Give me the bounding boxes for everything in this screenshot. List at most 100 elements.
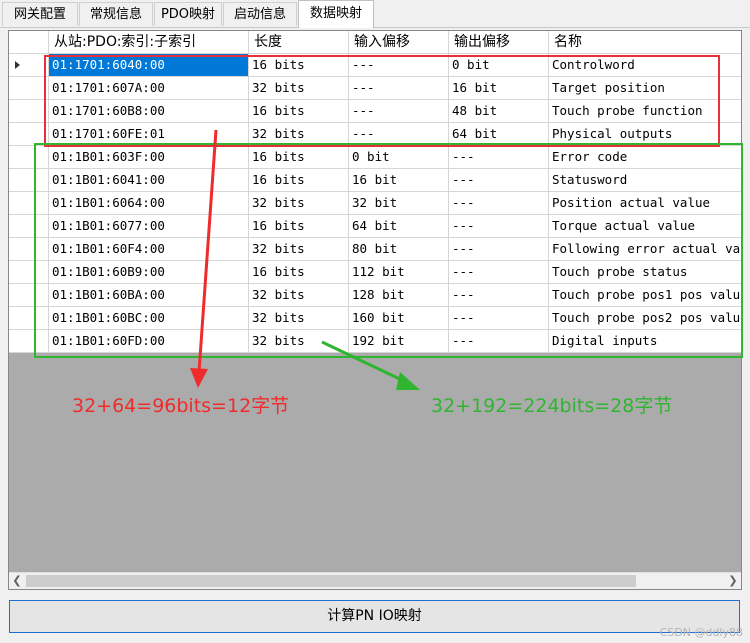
row-header[interactable] (9, 54, 49, 77)
cell-length[interactable]: 32 bits (249, 192, 349, 215)
cell-output-offset[interactable]: --- (449, 169, 549, 192)
column-header-name[interactable]: 名称 (549, 31, 741, 54)
cell-input-offset[interactable]: 0 bit (349, 146, 449, 169)
cell-index[interactable]: 01:1B01:6077:00 (49, 215, 249, 238)
cell-length[interactable]: 16 bits (249, 146, 349, 169)
scroll-left-icon[interactable]: ❮ (9, 573, 25, 589)
cell-output-offset[interactable]: --- (449, 261, 549, 284)
cell-name[interactable]: Target position (549, 77, 741, 100)
cell-input-offset[interactable]: --- (349, 54, 449, 77)
tab-startup-info[interactable]: 启动信息 (223, 2, 297, 26)
cell-output-offset[interactable]: --- (449, 330, 549, 353)
data-mapping-grid[interactable]: 从站:PDO:索引:子索引 长度 输入偏移 输出偏移 名称 01:1701:60… (8, 30, 742, 590)
cell-input-offset[interactable]: 80 bit (349, 238, 449, 261)
row-header[interactable] (9, 307, 49, 330)
table-row[interactable]: 01:1B01:60BA:00 32 bits 128 bit --- Touch pr… (9, 284, 741, 307)
cell-name[interactable]: Touch probe status (549, 261, 741, 284)
cell-input-offset[interactable]: 128 bit (349, 284, 449, 307)
cell-length[interactable]: 32 bits (249, 307, 349, 330)
row-header[interactable] (9, 330, 49, 353)
tab-pdo-mapping[interactable]: PDO映射 (154, 2, 222, 26)
cell-name[interactable]: Touch probe function (549, 100, 741, 123)
cell-output-offset[interactable]: --- (449, 284, 549, 307)
row-header[interactable] (9, 215, 49, 238)
cell-index[interactable]: 01:1B01:60BC:00 (49, 307, 249, 330)
column-header-length[interactable]: 长度 (249, 31, 349, 54)
cell-input-offset[interactable]: --- (349, 123, 449, 146)
cell-name[interactable]: Following error actual value (549, 238, 741, 261)
cell-input-offset[interactable]: --- (349, 100, 449, 123)
row-header[interactable] (9, 284, 49, 307)
scrollbar-thumb[interactable] (26, 575, 636, 587)
cell-length[interactable]: 32 bits (249, 284, 349, 307)
column-header-input-offset[interactable]: 输入偏移 (349, 31, 449, 54)
cell-length[interactable]: 16 bits (249, 169, 349, 192)
cell-input-offset[interactable]: 112 bit (349, 261, 449, 284)
cell-length[interactable]: 16 bits (249, 54, 349, 77)
column-header-output-offset[interactable]: 输出偏移 (449, 31, 549, 54)
horizontal-scrollbar[interactable]: ❮ ❯ (9, 572, 741, 589)
table-row[interactable]: 01:1B01:6041:00 16 bits 16 bit --- Statuswor… (9, 169, 741, 192)
cell-length[interactable]: 16 bits (249, 100, 349, 123)
tab-data-mapping[interactable]: 数据映射 (298, 0, 374, 28)
cell-input-offset[interactable]: 64 bit (349, 215, 449, 238)
cell-input-offset[interactable]: 32 bit (349, 192, 449, 215)
cell-index[interactable]: 01:1B01:603F:00 (49, 146, 249, 169)
cell-name[interactable]: Statusword (549, 169, 741, 192)
cell-name[interactable]: Torque actual value (549, 215, 741, 238)
cell-index[interactable]: 01:1701:6040:00 (49, 54, 249, 77)
cell-input-offset[interactable]: --- (349, 77, 449, 100)
table-row[interactable]: 01:1B01:6064:00 32 bits 32 bit --- Position … (9, 192, 741, 215)
cell-output-offset[interactable]: --- (449, 215, 549, 238)
cell-output-offset[interactable]: --- (449, 307, 549, 330)
cell-index[interactable]: 01:1701:60FE:01 (49, 123, 249, 146)
cell-output-offset[interactable]: 64 bit (449, 123, 549, 146)
cell-name[interactable]: Error code (549, 146, 741, 169)
cell-name[interactable]: Digital inputs (549, 330, 741, 353)
cell-length[interactable]: 32 bits (249, 238, 349, 261)
cell-name[interactable]: Controlword (549, 54, 741, 77)
table-row[interactable]: 01:1B01:60FD:00 32 bits 192 bit --- Digital … (9, 330, 741, 353)
row-header[interactable] (9, 238, 49, 261)
scroll-right-icon[interactable]: ❯ (725, 573, 741, 589)
calculate-pn-io-mapping-button[interactable]: 计算PN IO映射 (9, 600, 740, 633)
table-row[interactable]: 01:1B01:603F:00 16 bits 0 bit --- Error code (9, 146, 741, 169)
cell-length[interactable]: 32 bits (249, 77, 349, 100)
row-header[interactable] (9, 77, 49, 100)
cell-length[interactable]: 32 bits (249, 330, 349, 353)
table-row[interactable]: 01:1701:60B8:00 16 bits --- 48 bit Touch pro… (9, 100, 741, 123)
cell-output-offset[interactable]: 0 bit (449, 54, 549, 77)
table-row[interactable]: 01:1701:60FE:01 32 bits --- 64 bit Physical … (9, 123, 741, 146)
cell-index[interactable]: 01:1701:607A:00 (49, 77, 249, 100)
cell-index[interactable]: 01:1B01:6041:00 (49, 169, 249, 192)
table-row[interactable]: 01:1701:6040:00 16 bits --- 0 bit Controlwor… (9, 54, 741, 77)
cell-length[interactable]: 32 bits (249, 123, 349, 146)
cell-index[interactable]: 01:1701:60B8:00 (49, 100, 249, 123)
cell-index[interactable]: 01:1B01:60F4:00 (49, 238, 249, 261)
cell-output-offset[interactable]: --- (449, 238, 549, 261)
cell-output-offset[interactable]: 48 bit (449, 100, 549, 123)
cell-name[interactable]: Touch probe pos1 pos value (549, 284, 741, 307)
cell-length[interactable]: 16 bits (249, 261, 349, 284)
cell-name[interactable]: Position actual value (549, 192, 741, 215)
cell-index[interactable]: 01:1B01:60BA:00 (49, 284, 249, 307)
table-row[interactable]: 01:1701:607A:00 32 bits --- 16 bit Target po… (9, 77, 741, 100)
cell-input-offset[interactable]: 16 bit (349, 169, 449, 192)
table-row[interactable]: 01:1B01:60B9:00 16 bits 112 bit --- Touch pr… (9, 261, 741, 284)
cell-index[interactable]: 01:1B01:60FD:00 (49, 330, 249, 353)
row-header[interactable] (9, 123, 49, 146)
cell-input-offset[interactable]: 192 bit (349, 330, 449, 353)
row-header[interactable] (9, 192, 49, 215)
cell-index[interactable]: 01:1B01:6064:00 (49, 192, 249, 215)
cell-name[interactable]: Touch probe pos2 pos value (549, 307, 741, 330)
row-header[interactable] (9, 100, 49, 123)
row-header[interactable] (9, 146, 49, 169)
column-header-index[interactable]: 从站:PDO:索引:子索引 (49, 31, 249, 54)
cell-input-offset[interactable]: 160 bit (349, 307, 449, 330)
table-row[interactable]: 01:1B01:6077:00 16 bits 64 bit --- Torque ac… (9, 215, 741, 238)
cell-output-offset[interactable]: 16 bit (449, 77, 549, 100)
cell-output-offset[interactable]: --- (449, 146, 549, 169)
table-row[interactable]: 01:1B01:60BC:00 32 bits 160 bit --- Touch pr… (9, 307, 741, 330)
cell-length[interactable]: 16 bits (249, 215, 349, 238)
row-header[interactable] (9, 261, 49, 284)
